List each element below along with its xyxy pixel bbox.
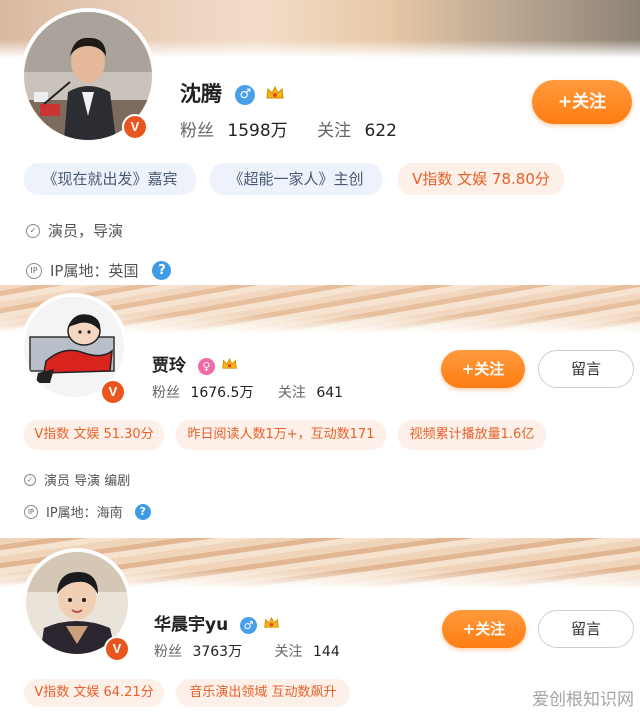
help-icon[interactable]: ? — [152, 261, 172, 280]
profile-stats: 粉丝 1676.5万 关注 641 — [152, 382, 343, 402]
male-icon: ♂ — [235, 85, 256, 105]
tag-v-index[interactable]: V指数 文娱 78.80分 — [398, 163, 564, 195]
profile-stats: 粉丝 1598万 关注 622 — [180, 116, 397, 141]
follow-button[interactable]: +关注 — [441, 350, 525, 388]
profession-text: 演员 导演 编剧 — [44, 474, 131, 489]
following-count[interactable]: 144 — [313, 644, 340, 660]
watermark: 爱创根知识网 — [532, 690, 634, 710]
fans-label: 粉丝 — [180, 121, 214, 141]
tag-show-creator[interactable]: 《超能一家人》主创 — [210, 163, 382, 195]
verified-badge: V — [104, 636, 130, 662]
shield-icon: ✓ — [26, 223, 40, 238]
verified-badge: V — [100, 379, 126, 405]
profile-card-1: V 沈腾 ♂ 粉丝 1598万 关注 622 +关注 《现在就出发》嘉宾 《超能… — [0, 0, 640, 285]
profession-text: 演员，导演 — [48, 222, 124, 240]
fans-count[interactable]: 1598万 — [227, 121, 287, 141]
profile-name-text: 沈腾 — [180, 82, 222, 106]
following-label: 关注 — [317, 121, 352, 141]
tag-show-guest[interactable]: 《现在就出发》嘉宾 — [24, 163, 196, 195]
ip-location-text: IP属地：英国 — [50, 262, 139, 280]
following-label: 关注 — [277, 385, 306, 401]
following-count[interactable]: 622 — [364, 121, 396, 141]
tag-reading-stats[interactable]: 昨日阅读人数1万+，互动数171 — [176, 420, 386, 450]
message-button[interactable]: 留言 — [538, 610, 634, 648]
profile-stats: 粉丝 3763万 关注 144 — [154, 641, 340, 661]
crown-icon — [265, 83, 285, 107]
profile-name: 华晨宇yu ♂ — [154, 610, 280, 636]
tag-v-index[interactable]: V指数 文娱 64.21分 — [24, 679, 164, 707]
following-label: 关注 — [274, 644, 303, 660]
verified-badge: V — [122, 114, 148, 140]
profile-name: 贾玲 ♀ — [152, 351, 238, 377]
fans-label: 粉丝 — [152, 385, 180, 401]
crown-icon — [263, 615, 280, 636]
message-button[interactable]: 留言 — [538, 350, 634, 388]
profile-card-2: V 贾玲 ♀ 粉丝 1676.5万 关注 641 +关注 留言 V指数 文娱 5… — [0, 285, 640, 538]
follow-button[interactable]: +关注 — [532, 80, 632, 124]
female-icon: ♀ — [197, 357, 215, 375]
profession-row: ✓ 演员，导演 — [26, 220, 123, 241]
fans-count[interactable]: 3763万 — [192, 644, 242, 660]
tag-music-trend[interactable]: 音乐演出领域 互动数飙升 — [176, 679, 350, 707]
ip-row: IP IP属地：英国 ? — [26, 260, 172, 281]
ip-icon: IP — [24, 504, 38, 519]
profession-row: ✓ 演员 导演 编剧 — [24, 470, 130, 489]
shield-icon: ✓ — [24, 473, 36, 486]
profile-name: 沈腾 ♂ — [180, 78, 285, 108]
help-icon[interactable]: ? — [134, 503, 151, 520]
tag-video-plays[interactable]: 视频累计播放量1.6亿 — [398, 420, 546, 450]
tag-v-index[interactable]: V指数 文娱 51.30分 — [24, 420, 164, 450]
fans-count[interactable]: 1676.5万 — [190, 385, 253, 401]
following-count[interactable]: 641 — [316, 385, 343, 401]
ip-row: IP IP属地：海南 ? — [24, 502, 151, 521]
profile-name-text: 贾玲 — [152, 356, 186, 376]
ip-location-text: IP属地：海南 — [46, 506, 123, 521]
male-icon: ♂ — [240, 616, 258, 634]
follow-button[interactable]: +关注 — [442, 610, 526, 648]
crown-icon — [221, 356, 238, 377]
profile-name-text: 华晨宇yu — [154, 615, 229, 635]
profile-card-3: V 华晨宇yu ♂ 粉丝 3763万 关注 144 +关注 留言 V指数 文娱 … — [0, 538, 640, 712]
ip-icon: IP — [26, 262, 42, 279]
fans-label: 粉丝 — [154, 644, 182, 660]
